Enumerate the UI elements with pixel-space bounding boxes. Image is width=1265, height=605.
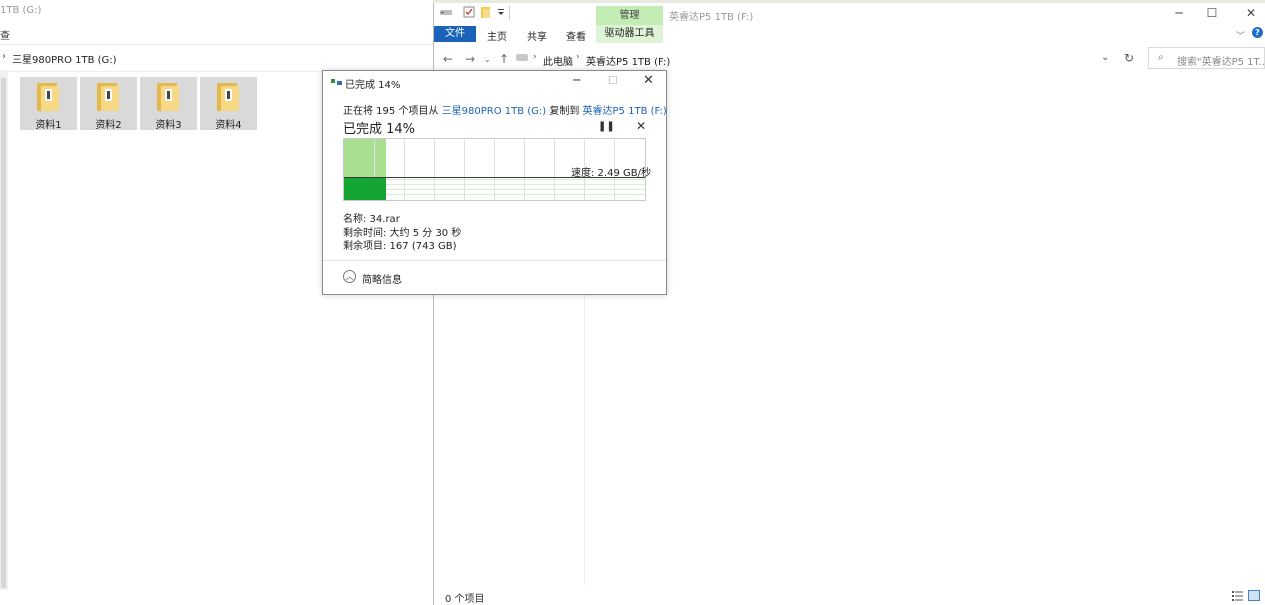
left-breadcrumb-drive[interactable]: 三星980PRO 1TB (G:): [12, 51, 117, 66]
pause-button[interactable]: ❚❚: [598, 121, 615, 132]
maximize-button[interactable]: ☐: [1197, 4, 1227, 22]
dialog-maximize-button: ☐: [608, 74, 618, 87]
dialog-minimize-button[interactable]: ─: [573, 73, 580, 87]
large-icons-view-icon[interactable]: [1248, 590, 1260, 601]
graph-grid-line: [434, 139, 435, 200]
details-view-icon[interactable]: [1232, 590, 1244, 601]
folder-icon: [37, 83, 60, 111]
folder-item[interactable]: 资料3: [140, 77, 197, 131]
source-link[interactable]: 三星980PRO 1TB (G:): [442, 106, 547, 117]
search-icon: ⌕: [1158, 52, 1164, 63]
speed-area: [344, 178, 386, 200]
refresh-icon[interactable]: ↻: [1124, 51, 1134, 65]
chevron-right-icon: ›: [2, 51, 6, 62]
chevron-right-icon[interactable]: ›: [533, 52, 537, 62]
folder-icon: [217, 83, 240, 111]
graph-grid-line: [524, 139, 525, 200]
graph-grid-line: [404, 139, 405, 200]
forward-arrow-icon[interactable]: →: [465, 52, 475, 66]
window-top-edge: [433, 0, 1265, 3]
back-arrow-icon[interactable]: ←: [443, 52, 453, 66]
graph-grid-line: [554, 139, 555, 200]
folder-item[interactable]: 资料4: [200, 77, 257, 131]
chevron-up-icon[interactable]: ︿: [343, 270, 356, 283]
copy-progress-dialog: 已完成 14% ─ ☐ ✕ 正在将 195 个项目从 三星980PRO 1TB …: [322, 70, 667, 295]
folder-icon: [157, 83, 180, 111]
breadcrumb-drive[interactable]: 英睿达P5 1TB (F:): [586, 53, 670, 68]
left-ribbon-tab-view[interactable]: 查: [0, 27, 10, 42]
chevron-down-icon[interactable]: ⌄: [1101, 52, 1109, 63]
fewer-details-button[interactable]: 简略信息: [362, 271, 402, 286]
folder-label: 资料2: [95, 120, 122, 131]
drive-icon[interactable]: [440, 6, 452, 18]
transfer-speed: 速度: 2.49 GB/秒: [571, 168, 651, 179]
chevron-right-icon[interactable]: ›: [576, 52, 580, 62]
folder-label: 资料3: [155, 120, 182, 131]
destination-link[interactable]: 英睿达P5 1TB (F:): [583, 106, 667, 117]
customize-toolbar-icon[interactable]: [495, 6, 507, 18]
dialog-close-button[interactable]: ✕: [643, 73, 654, 88]
description-mid: 复制到: [546, 106, 583, 117]
left-scrollbar[interactable]: [0, 70, 8, 590]
new-folder-icon[interactable]: [480, 6, 492, 18]
folder-label: 资料4: [215, 120, 242, 131]
up-arrow-icon[interactable]: ↑: [499, 52, 509, 66]
recent-locations-icon[interactable]: ⌄: [484, 55, 491, 64]
ribbon-tab-drive-tools[interactable]: 驱动器工具: [596, 25, 663, 43]
copy-description: 正在将 195 个项目从 三星980PRO 1TB (G:) 复制到 英睿达P5…: [343, 102, 667, 117]
percent-complete: 已完成 14%: [343, 122, 416, 137]
drive-icon: [516, 54, 528, 61]
left-address-bar[interactable]: › 三星980PRO 1TB (G:): [0, 44, 433, 72]
status-item-count: 0 个项目: [445, 594, 485, 605]
dialog-divider: [323, 260, 666, 261]
ribbon-tab-view[interactable]: 查看: [566, 28, 586, 43]
ribbon-tab-home[interactable]: 主页: [487, 28, 507, 43]
help-icon[interactable]: ?: [1252, 27, 1263, 38]
folder-item[interactable]: 资料2: [80, 77, 137, 131]
folder-item[interactable]: 资料1: [20, 77, 77, 131]
folder-icon: [97, 83, 120, 111]
toolbar-divider: [509, 6, 510, 20]
graph-grid-line: [464, 139, 465, 200]
description-prefix: 正在将 195 个项目从: [343, 106, 442, 117]
file-name: 名称: 34.rar: [343, 214, 400, 225]
graph-grid-line: [494, 139, 495, 200]
cancel-copy-button[interactable]: ✕: [636, 119, 646, 133]
chevron-down-icon[interactable]: ﹀: [1236, 29, 1245, 42]
left-window-title: 1TB (G:): [0, 5, 42, 16]
folder-label: 资料1: [35, 120, 62, 131]
ribbon-tab-share[interactable]: 共享: [527, 28, 547, 43]
ribbon-tab-file[interactable]: 文件: [434, 26, 476, 42]
items-remaining: 剩余项目: 167 (743 GB): [343, 241, 457, 252]
breadcrumb-this-pc[interactable]: 此电脑: [543, 53, 573, 68]
scrollbar-thumb[interactable]: [1, 78, 6, 588]
properties-icon[interactable]: [463, 6, 475, 18]
search-placeholder: 搜索"英睿达P5 1T...: [1177, 57, 1265, 68]
dialog-title: 已完成 14%: [345, 80, 401, 91]
copy-icon: [331, 79, 342, 85]
right-window-title: 英睿达P5 1TB (F:): [669, 12, 754, 23]
close-button[interactable]: ✕: [1236, 4, 1265, 22]
manage-tab[interactable]: 管理: [596, 6, 663, 25]
minimize-button[interactable]: ─: [1164, 4, 1194, 22]
